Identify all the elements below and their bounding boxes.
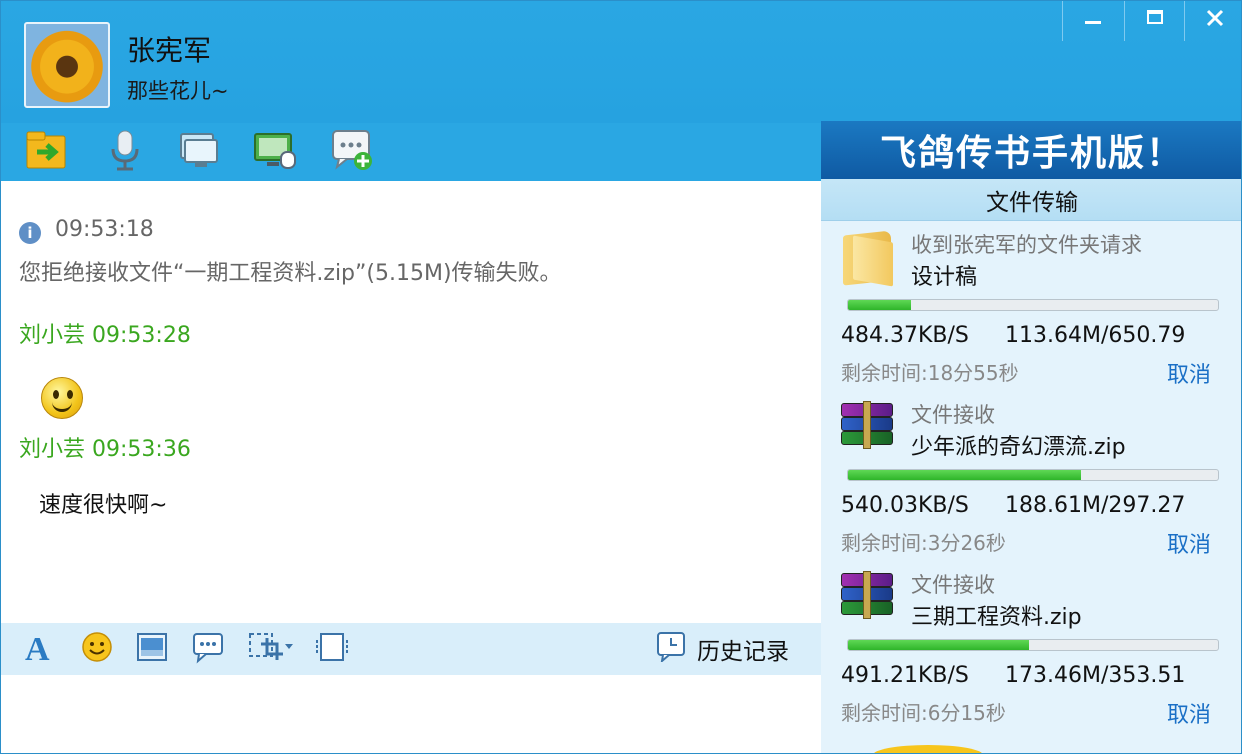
progress-fill: [848, 640, 1030, 650]
smiley-emoticon: [41, 377, 83, 419]
emoticon-icon: [80, 630, 114, 668]
history-button[interactable]: 历史记录: [655, 631, 789, 667]
remote-desktop-icon: [253, 130, 297, 174]
folder-icon: [839, 229, 897, 287]
video-button[interactable]: [177, 131, 221, 173]
image-icon: [135, 630, 169, 668]
quick-reply-icon: [191, 630, 225, 668]
transfer-speed: 540.03KB/S: [841, 493, 969, 518]
progress-bar: [847, 299, 1219, 311]
transfer-size: 173.46M/353.51: [1005, 663, 1186, 688]
progress-fill: [848, 470, 1082, 480]
file-transfer-item: 文件接收 少年派的奇幻漂流.zip 540.03KB/S 188.61M/297…: [821, 393, 1241, 563]
cancel-link[interactable]: 取消: [1167, 527, 1211, 559]
file-transfer-item: 文件接收 三期工程资料.zip 491.21KB/S 173.46M/353.5…: [821, 563, 1241, 733]
info-icon: i: [19, 222, 41, 244]
chat-toolbar: [1, 123, 821, 181]
mobile-promo-banner[interactable]: 飞鸽传书手机版！: [821, 121, 1241, 179]
window-shake-icon: [315, 630, 349, 668]
system-message-text: 您拒绝接收文件“一期工程资料.zip”(5.15M)传输失败。: [19, 261, 562, 286]
sender-name: 刘小芸: [19, 323, 86, 348]
send-file-icon: [25, 130, 69, 174]
avatar[interactable]: [24, 22, 110, 108]
cancel-link[interactable]: 取消: [1167, 697, 1211, 729]
file-transfer-panel: 文件传输 收到张宪军的文件夹请求 设计稿 484.37KB/S 113.64M/…: [821, 179, 1241, 753]
add-chat-icon: [331, 129, 375, 175]
file-name: 设计稿: [911, 265, 978, 290]
window-shake-button[interactable]: [315, 632, 349, 666]
add-chat-button[interactable]: [331, 129, 375, 175]
progress-bar: [847, 639, 1219, 651]
progress-fill: [848, 300, 911, 310]
screenshot-icon: [247, 630, 299, 668]
transfer-size: 113.64M/650.79: [1005, 323, 1186, 348]
archive-icon: [839, 399, 897, 457]
file-name: 少年派的奇幻漂流.zip: [911, 435, 1126, 460]
history-label: 历史记录: [697, 639, 789, 665]
file-transfer-title: 文件传输: [821, 179, 1241, 221]
transfer-speed: 491.21KB/S: [841, 663, 969, 688]
message-text: 速度很快啊~: [39, 493, 168, 518]
microphone-icon: [105, 129, 145, 175]
chat-window: 张宪军 那些花儿~ 飞鸽传书手机版！ i 09:53:18 您拒绝接收文件“一期…: [0, 0, 1242, 754]
message-header: 刘小芸 09:53:36: [19, 431, 191, 463]
chat-history: i 09:53:18 您拒绝接收文件“一期工程资料.zip”(5.15M)传输失败…: [1, 181, 821, 623]
minimize-icon: [1082, 7, 1104, 35]
remaining-time: 剩余时间:6分15秒: [841, 701, 1006, 725]
font-button[interactable]: A: [23, 630, 57, 668]
transfer-speed: 484.37KB/S: [841, 323, 969, 348]
contact-name: 张宪军: [127, 34, 212, 67]
message-header: 刘小芸 09:53:28: [19, 317, 191, 349]
sender-name: 刘小芸: [19, 437, 86, 462]
close-button[interactable]: [1185, 1, 1241, 41]
archive-icon: [839, 569, 897, 627]
maximize-icon: [1144, 7, 1166, 35]
voice-button[interactable]: [103, 129, 147, 175]
input-toolbar: A 历史记录: [1, 623, 821, 675]
quick-reply-button[interactable]: [191, 632, 225, 666]
transfer-label: 文件接收: [911, 403, 995, 427]
message-input[interactable]: [1, 675, 821, 753]
window-header: 张宪军 那些花儿~: [1, 1, 1241, 123]
history-icon: [655, 630, 687, 668]
remote-desktop-button[interactable]: [253, 131, 297, 173]
screenshot-button[interactable]: [247, 632, 299, 666]
message-time: 09:53:28: [92, 323, 191, 348]
send-file-button[interactable]: [25, 131, 69, 173]
video-icon: [177, 130, 221, 174]
message-time: 09:53:36: [92, 437, 191, 462]
transfer-size: 188.61M/297.27: [1005, 493, 1186, 518]
file-name: 三期工程资料.zip: [911, 605, 1082, 630]
remaining-time: 剩余时间:18分55秒: [841, 361, 1019, 385]
transfer-label: 文件接收: [911, 573, 995, 597]
transfer-label: 收到张宪军的文件夹请求: [911, 233, 1142, 257]
emoticon-button[interactable]: [80, 632, 114, 666]
message-time: 09:53:18: [55, 217, 154, 242]
progress-bar: [847, 469, 1219, 481]
close-icon: [1204, 6, 1226, 36]
maximize-button[interactable]: [1125, 1, 1185, 41]
svg-text:A: A: [25, 631, 50, 664]
minimize-button[interactable]: [1063, 1, 1123, 41]
file-transfer-item: 收到张宪军的文件夹请求 设计稿 484.37KB/S 113.64M/650.7…: [821, 223, 1241, 393]
cancel-link[interactable]: 取消: [1167, 357, 1211, 389]
system-message-header: i 09:53:18: [19, 217, 154, 244]
contact-signature: 那些花儿~: [127, 79, 229, 103]
font-icon: A: [23, 630, 57, 668]
remaining-time: 剩余时间:3分26秒: [841, 531, 1006, 555]
image-button[interactable]: [135, 632, 169, 666]
